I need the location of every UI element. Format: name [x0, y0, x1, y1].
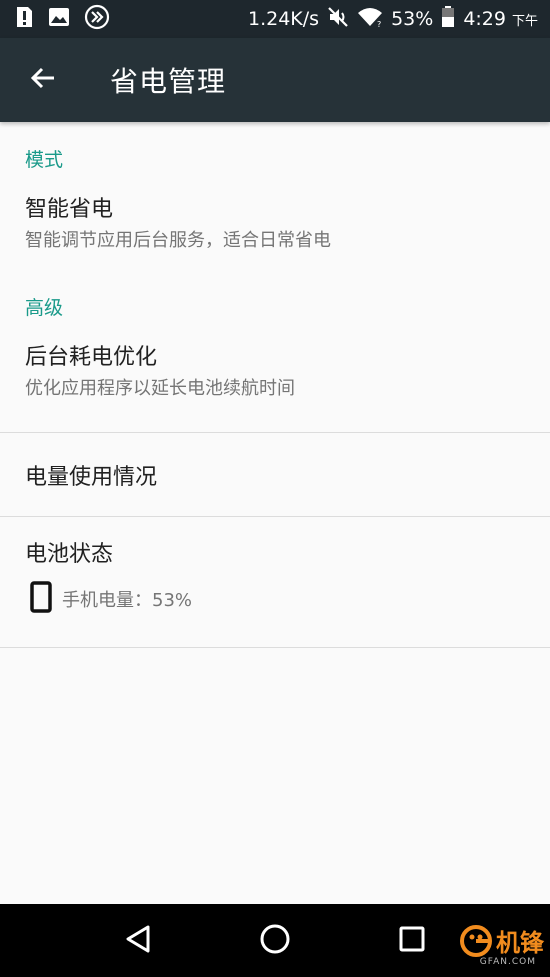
status-bar-left: [0, 4, 110, 34]
alert-icon: [14, 6, 34, 32]
nav-recents-button[interactable]: [372, 904, 452, 977]
background-optimization-item[interactable]: 后台耗电优化 优化应用程序以延长电池续航时间: [0, 322, 550, 442]
battery-status-title: 电池状态: [25, 542, 114, 567]
phone-battery-row: 手机电量：53%: [0, 581, 550, 617]
battery-status-item[interactable]: 电池状态 手机电量：53%: [0, 517, 550, 647]
phone-battery-level: 手机电量：53%: [62, 590, 193, 611]
clock: 4:29: [463, 8, 506, 30]
smart-saving-item[interactable]: 智能省电 智能调节应用后台服务，适合日常省电: [0, 174, 550, 294]
battery-usage-title: 电量使用情况: [25, 464, 158, 490]
arrow-left-icon: [30, 66, 56, 94]
watermark: 机锋 GFAN.COM: [459, 924, 544, 967]
watermark-domain: GFAN.COM: [479, 957, 536, 967]
settings-list: 模式 智能省电 智能调节应用后台服务，适合日常省电 高级 后台耗电优化 优化应用…: [0, 122, 550, 648]
nav-back-button[interactable]: [98, 904, 178, 977]
smart-saving-title: 智能省电: [25, 197, 114, 222]
image-icon: [48, 7, 70, 31]
svg-text:?: ?: [377, 20, 381, 28]
phone-icon: [30, 581, 52, 617]
status-bar-right: 1.24K/s ? 53% 4:29 下午: [248, 5, 550, 33]
network-speed: 1.24K/s: [248, 8, 320, 30]
watermark-brand: 机锋: [496, 929, 544, 957]
page-title: 省电管理: [110, 65, 227, 98]
circle-home-icon: [259, 923, 291, 959]
battery-usage-item[interactable]: 电量使用情况: [0, 433, 550, 516]
background-optimization-title: 后台耗电优化: [25, 345, 158, 370]
section-header-mode: 模式: [25, 149, 64, 171]
wifi-icon: ?: [357, 6, 383, 33]
back-button[interactable]: [0, 38, 86, 122]
nav-home-button[interactable]: [235, 904, 315, 977]
battery-percent: 53%: [391, 8, 434, 30]
status-bar: 1.24K/s ? 53% 4:29 下午: [0, 0, 550, 38]
battery-icon: [441, 5, 455, 33]
triangle-back-icon: [124, 924, 152, 958]
app-bar: 省电管理: [0, 38, 550, 122]
mute-icon: [327, 6, 349, 33]
divider: [0, 647, 550, 648]
smart-saving-subtitle: 智能调节应用后台服务，适合日常省电: [25, 230, 331, 251]
fast-forward-icon: [84, 4, 110, 34]
clock-ampm: 下午: [511, 13, 538, 29]
background-optimization-subtitle: 优化应用程序以延长电池续航时间: [25, 378, 295, 399]
section-header-advanced: 高级: [25, 297, 64, 319]
square-recents-icon: [398, 925, 426, 957]
